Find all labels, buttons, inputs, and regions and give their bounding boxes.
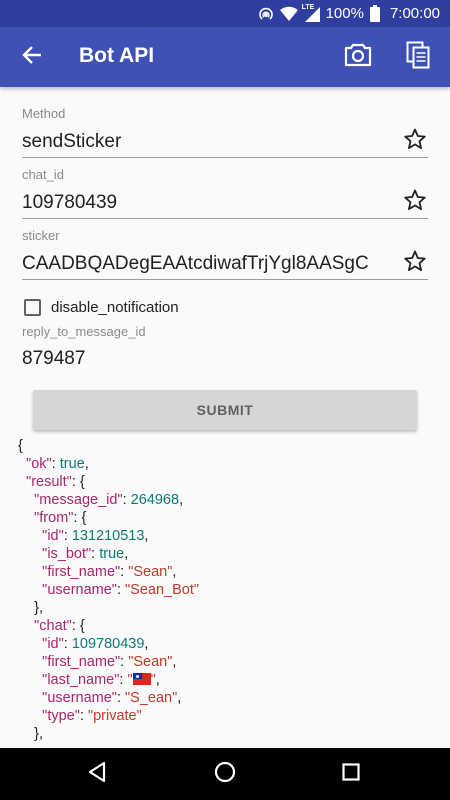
clock: 7:00:00 bbox=[389, 5, 440, 22]
sticker-label: sticker bbox=[22, 228, 60, 243]
method-field[interactable] bbox=[22, 127, 428, 158]
network-type: LTE bbox=[301, 3, 315, 11]
cell-signal-icon: LTE bbox=[301, 3, 320, 22]
json-line: "chat": { bbox=[34, 618, 85, 634]
triangle-back-icon bbox=[87, 761, 107, 788]
disable-notification-row[interactable]: disable_notification bbox=[24, 295, 179, 319]
reply-to-message-id-field[interactable]: 879487 bbox=[22, 348, 222, 366]
copy-button[interactable] bbox=[398, 37, 438, 77]
json-line: "id": 131210513, bbox=[42, 528, 149, 544]
json-line: }, bbox=[18, 726, 43, 742]
nav-recents-button[interactable] bbox=[333, 756, 369, 792]
star-outline-icon bbox=[403, 127, 427, 156]
circle-home-icon bbox=[214, 761, 236, 788]
status-bar: LTE 100% 7:00:00 bbox=[0, 0, 450, 27]
json-line: "first_name": "Sean", bbox=[42, 564, 177, 580]
disable-notification-checkbox[interactable] bbox=[24, 298, 41, 316]
app-bar: Bot API bbox=[0, 27, 450, 87]
sticker-field[interactable] bbox=[22, 249, 428, 280]
json-line: "username": "Sean_Bot" bbox=[42, 582, 200, 598]
json-line: "is_bot": true, bbox=[42, 546, 129, 562]
camera-button[interactable] bbox=[338, 37, 378, 77]
json-line: }, bbox=[18, 600, 43, 616]
star-outline-icon bbox=[403, 188, 427, 217]
json-line: "last_name": " ", bbox=[42, 672, 160, 688]
hotspot-icon bbox=[258, 6, 274, 22]
result-json: { "ok": true, "result": { "message_id": … bbox=[18, 437, 438, 742]
submit-button[interactable]: SUBMIT bbox=[33, 390, 417, 430]
json-line: "ok": true, bbox=[26, 456, 89, 472]
json-line: { bbox=[18, 438, 23, 454]
disable-notification-label: disable_notification bbox=[51, 298, 179, 316]
battery-icon bbox=[369, 5, 380, 22]
back-button[interactable] bbox=[12, 37, 52, 77]
json-line: "first_name": "Sean", bbox=[42, 654, 177, 670]
nav-home-button[interactable] bbox=[207, 756, 243, 792]
chat-id-label: chat_id bbox=[22, 167, 64, 182]
page-title: Bot API bbox=[79, 44, 155, 67]
star-outline-icon bbox=[403, 249, 427, 278]
status-icons: LTE 100% 7:00:00 bbox=[258, 0, 440, 27]
json-line: "id": 109780439, bbox=[42, 636, 149, 652]
method-favorite-button[interactable] bbox=[401, 127, 429, 155]
copy-icon bbox=[406, 41, 430, 74]
sticker-favorite-button[interactable] bbox=[401, 249, 429, 277]
json-line: "message_id": 264968, bbox=[34, 492, 184, 508]
navigation-bar bbox=[0, 748, 450, 800]
reply-to-message-id-label: reply_to_message_id bbox=[22, 324, 146, 339]
chat-id-favorite-button[interactable] bbox=[401, 188, 429, 216]
square-recents-icon bbox=[342, 762, 360, 786]
wifi-icon bbox=[279, 6, 298, 22]
camera-icon bbox=[344, 43, 372, 72]
nav-back-button[interactable] bbox=[79, 756, 115, 792]
taiwan-flag-icon bbox=[132, 673, 151, 685]
method-label: Method bbox=[22, 106, 66, 121]
json-line: "type": "private" bbox=[42, 708, 142, 724]
json-line: "from": { bbox=[34, 510, 87, 526]
battery-level: 100% bbox=[325, 5, 364, 22]
back-arrow-icon bbox=[22, 45, 42, 69]
chat-id-field[interactable] bbox=[22, 188, 428, 219]
json-line: "result": { bbox=[26, 474, 85, 490]
json-line: "username": "S_ean", bbox=[42, 690, 182, 706]
